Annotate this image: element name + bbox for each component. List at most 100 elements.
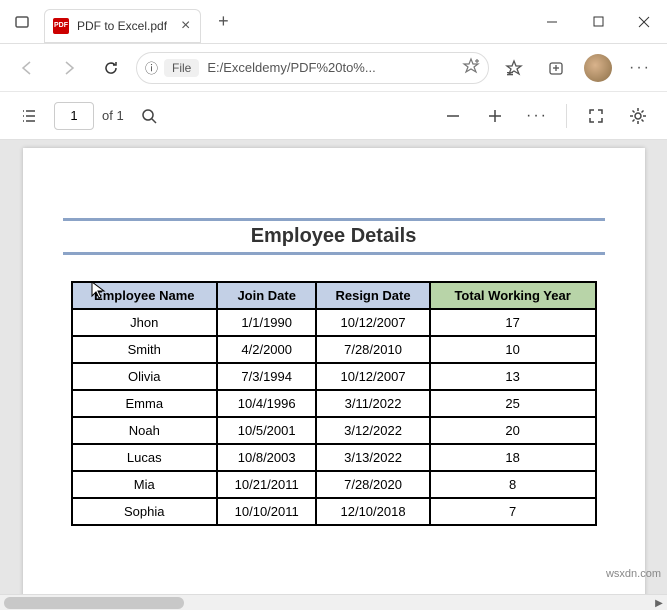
table-row: Olivia7/3/199410/12/200713 xyxy=(72,363,596,390)
avatar-icon xyxy=(584,54,612,82)
table-cell: 3/12/2022 xyxy=(316,417,429,444)
refresh-icon xyxy=(102,59,120,77)
table-cell: Smith xyxy=(72,336,218,363)
profile-button[interactable] xyxy=(581,51,615,85)
toolbar-divider xyxy=(566,104,567,128)
table-cell: Emma xyxy=(72,390,218,417)
table-cell: 10/10/2011 xyxy=(217,498,316,525)
table-row: Mia10/21/20117/28/20208 xyxy=(72,471,596,498)
collections-icon xyxy=(547,59,565,77)
table-cell: 13 xyxy=(430,363,596,390)
minus-icon xyxy=(445,108,461,124)
scroll-right-button[interactable]: ▶ xyxy=(651,595,667,611)
table-cell: 12/10/2018 xyxy=(316,498,429,525)
table-cell: 20 xyxy=(430,417,596,444)
arrow-right-icon xyxy=(60,59,78,77)
fit-page-button[interactable] xyxy=(579,99,613,133)
col-resign-date: Resign Date xyxy=(316,282,429,309)
table-cell: 17 xyxy=(430,309,596,336)
add-favorite-icon[interactable] xyxy=(462,57,480,78)
browser-toolbar: ⓘ File E:/Exceldemy/PDF%20to%... ··· xyxy=(0,44,667,92)
table-cell: 10/8/2003 xyxy=(217,444,316,471)
info-icon: ⓘ xyxy=(145,58,158,77)
tab-close-button[interactable]: × xyxy=(181,17,190,35)
back-button[interactable] xyxy=(10,51,44,85)
maximize-button[interactable] xyxy=(575,0,621,44)
star-icon xyxy=(505,59,523,77)
close-window-button[interactable] xyxy=(621,0,667,44)
page-count-label: of 1 xyxy=(102,108,124,123)
table-cell: Noah xyxy=(72,417,218,444)
table-container: Employee Name Join Date Resign Date Tota… xyxy=(71,281,597,526)
document-title-band: Employee Details xyxy=(63,218,605,255)
browser-tab[interactable]: PDF PDF to Excel.pdf × xyxy=(44,9,201,43)
table-cell: Jhon xyxy=(72,309,218,336)
table-cell: 10/21/2011 xyxy=(217,471,316,498)
table-row: Sophia10/10/201112/10/20187 xyxy=(72,498,596,525)
tab-actions-button[interactable] xyxy=(0,0,44,44)
find-button[interactable] xyxy=(132,99,166,133)
pdf-file-icon: PDF xyxy=(53,18,69,34)
collections-button[interactable] xyxy=(539,51,573,85)
zoom-in-button[interactable] xyxy=(478,99,512,133)
window-controls xyxy=(529,0,667,44)
table-cell: 3/13/2022 xyxy=(316,444,429,471)
contents-button[interactable] xyxy=(12,99,46,133)
table-row: Smith4/2/20007/28/201010 xyxy=(72,336,596,363)
minimize-button[interactable] xyxy=(529,0,575,44)
gear-icon xyxy=(629,107,647,125)
table-cell: 7/28/2010 xyxy=(316,336,429,363)
table-cell: 10/12/2007 xyxy=(316,309,429,336)
table-cell: 10 xyxy=(430,336,596,363)
minimize-icon xyxy=(546,16,558,28)
new-tab-button[interactable]: + xyxy=(207,11,239,32)
plus-icon xyxy=(487,108,503,124)
tab-title: PDF to Excel.pdf xyxy=(77,19,167,33)
table-cell: Mia xyxy=(72,471,218,498)
expand-icon xyxy=(587,107,605,125)
watermark: wsxdn.com xyxy=(606,568,661,580)
maximize-icon xyxy=(593,16,604,27)
forward-button[interactable] xyxy=(52,51,86,85)
horizontal-scrollbar[interactable]: ▶ xyxy=(0,594,667,610)
more-icon: ··· xyxy=(629,59,651,77)
table-cell: 18 xyxy=(430,444,596,471)
address-bar[interactable]: ⓘ File E:/Exceldemy/PDF%20to%... xyxy=(136,52,489,84)
refresh-button[interactable] xyxy=(94,51,128,85)
pdf-settings-button[interactable] xyxy=(621,99,655,133)
col-total-working-year: Total Working Year xyxy=(430,282,596,309)
list-icon xyxy=(20,107,38,125)
close-icon xyxy=(638,16,650,28)
arrow-left-icon xyxy=(18,59,36,77)
table-cell: Olivia xyxy=(72,363,218,390)
menu-button[interactable]: ··· xyxy=(623,51,657,85)
page-number-input[interactable] xyxy=(54,102,94,130)
favorites-button[interactable] xyxy=(497,51,531,85)
zoom-out-button[interactable] xyxy=(436,99,470,133)
table-cell: 7 xyxy=(430,498,596,525)
table-cell: 1/1/1990 xyxy=(217,309,316,336)
document-title: Employee Details xyxy=(63,225,605,248)
cursor-icon xyxy=(91,281,107,301)
table-cell: Lucas xyxy=(72,444,218,471)
table-cell: 7/3/1994 xyxy=(217,363,316,390)
scrollbar-thumb[interactable] xyxy=(4,597,184,609)
more-tools-button[interactable]: ··· xyxy=(520,99,554,133)
table-cell: 10/4/1996 xyxy=(217,390,316,417)
table-row: Emma10/4/19963/11/202225 xyxy=(72,390,596,417)
table-row: Lucas10/8/20033/13/202218 xyxy=(72,444,596,471)
table-cell: Sophia xyxy=(72,498,218,525)
table-cell: 4/2/2000 xyxy=(217,336,316,363)
employee-table: Employee Name Join Date Resign Date Tota… xyxy=(71,281,597,526)
window-titlebar: PDF PDF to Excel.pdf × + xyxy=(0,0,667,44)
col-join-date: Join Date xyxy=(217,282,316,309)
table-cell: 8 xyxy=(430,471,596,498)
table-row: Jhon1/1/199010/12/200717 xyxy=(72,309,596,336)
table-cell: 10/12/2007 xyxy=(316,363,429,390)
pdf-page: Employee Details Employee Name Join Date… xyxy=(23,148,645,610)
table-cell: 7/28/2020 xyxy=(316,471,429,498)
table-cell: 25 xyxy=(430,390,596,417)
pdf-viewer[interactable]: Employee Details Employee Name Join Date… xyxy=(0,140,667,610)
table-row: Noah10/5/20013/12/202220 xyxy=(72,417,596,444)
url-scheme-label: File xyxy=(164,59,199,77)
